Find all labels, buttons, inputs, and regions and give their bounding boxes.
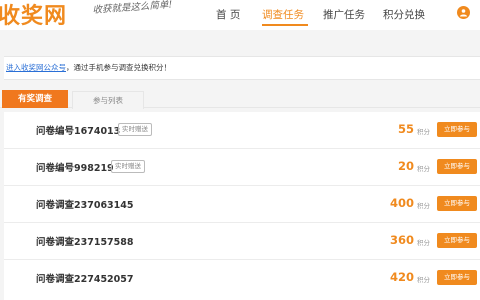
tab-reward-survey[interactable]: 有奖调查 xyxy=(2,90,68,108)
nav-active-indicator xyxy=(262,24,308,26)
survey-row: 问卷调查227452057 420 积分 立即参与 xyxy=(4,260,480,296)
survey-row: 问卷调查237157588 360 积分 立即参与 xyxy=(4,223,480,260)
tab-participation-list[interactable]: 参与列表 xyxy=(72,91,144,109)
survey-points: 360 xyxy=(389,233,414,247)
survey-title: 问卷调查237157588 xyxy=(36,237,134,248)
notice-text: ，通过手机参与调查兑换积分！ xyxy=(66,63,171,72)
survey-points: 55 xyxy=(397,122,414,136)
slogan: 收获就是这么简单! xyxy=(92,0,173,16)
join-button[interactable]: 立即参与 xyxy=(437,270,477,285)
survey-list: 问卷编号1674013 实时赠送 55 积分 立即参与 问卷编号998219 实… xyxy=(4,112,480,300)
survey-points: 400 xyxy=(389,196,414,210)
survey-row: 问卷编号998219 实时赠送 20 积分 立即参与 xyxy=(4,149,480,186)
survey-points: 420 xyxy=(389,270,414,284)
survey-row: 问卷编号1674013 实时赠送 55 积分 立即参与 xyxy=(4,112,480,149)
join-button[interactable]: 立即参与 xyxy=(437,196,477,211)
points-unit: 积分 xyxy=(417,165,430,173)
points-unit: 积分 xyxy=(417,202,430,210)
wechat-account-link[interactable]: 进入收奖网公众号 xyxy=(6,63,66,72)
join-button[interactable]: 立即参与 xyxy=(437,122,477,137)
points-unit: 积分 xyxy=(417,239,430,247)
points-unit: 积分 xyxy=(417,128,430,136)
points-unit: 积分 xyxy=(417,276,430,284)
nav-promotion-tasks[interactable]: 推广任务 xyxy=(323,7,365,22)
survey-points: 20 xyxy=(397,159,414,173)
join-button[interactable]: 立即参与 xyxy=(437,233,477,248)
survey-title: 问卷编号998219 xyxy=(36,163,114,174)
survey-title: 问卷调查227452057 xyxy=(36,274,134,285)
instant-reward-badge: 实时赠送 xyxy=(111,160,145,173)
join-button[interactable]: 立即参与 xyxy=(437,159,477,174)
instant-reward-badge: 实时赠送 xyxy=(118,123,152,136)
nav-home[interactable]: 首 页 xyxy=(216,7,240,22)
notice-bar: 进入收奖网公众号，通过手机参与调查兑换积分！ xyxy=(4,56,480,80)
survey-title: 问卷调查237063145 xyxy=(36,200,134,211)
nav-survey-tasks[interactable]: 调查任务 xyxy=(262,7,304,22)
user-avatar-icon[interactable] xyxy=(457,6,470,19)
site-logo[interactable]: 收奖网 xyxy=(0,0,67,30)
top-header: 收奖网 收获就是这么简单! 首 页 调查任务 推广任务 积分兑换 xyxy=(0,0,480,30)
survey-title: 问卷编号1674013 xyxy=(36,126,121,137)
survey-row: 问卷调查237063145 400 积分 立即参与 xyxy=(4,186,480,223)
nav-points-exchange[interactable]: 积分兑换 xyxy=(383,7,425,22)
